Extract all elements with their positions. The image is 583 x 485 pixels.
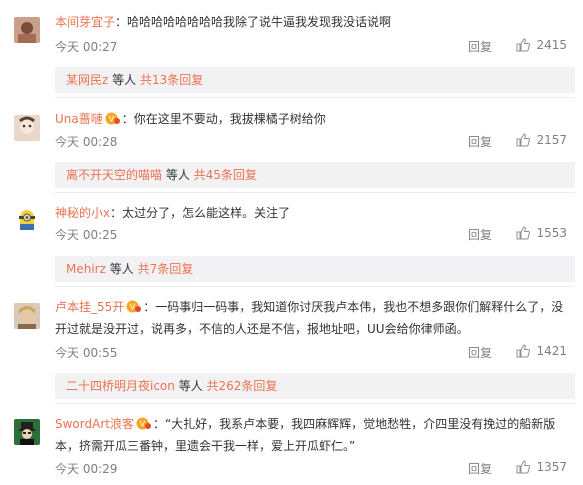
avatar[interactable] bbox=[14, 115, 40, 141]
avatar[interactable] bbox=[14, 17, 40, 43]
comment-line: 本间芽宜子：哈哈哈哈哈哈哈哈我除了说牛逼我发现我没话说啊 bbox=[55, 12, 575, 32]
vip-badge-icon: V bbox=[105, 112, 120, 125]
sub-replies-box: 离不开天空的喵喵 等人 共45条回复 bbox=[55, 162, 575, 188]
avatar[interactable] bbox=[14, 303, 40, 329]
like-count: 1357 bbox=[536, 460, 567, 474]
like-count: 2157 bbox=[536, 133, 567, 147]
timestamp: 今天 00:29 bbox=[55, 462, 118, 476]
comment-text: ：哈哈哈哈哈哈哈哈我除了说牛逼我发现我没话说啊 bbox=[115, 15, 392, 29]
sub-reply-user[interactable]: 离不开天空的喵喵 bbox=[66, 168, 162, 182]
username-link[interactable]: 本间芽宜子 bbox=[55, 15, 115, 29]
sub-reply-text: 等人 bbox=[108, 73, 140, 87]
comment-meta: 今天 00:28 回复 2157 bbox=[55, 133, 575, 151]
sub-reply-user[interactable]: Mehirz bbox=[66, 262, 106, 276]
reply-button[interactable]: 回复 bbox=[468, 38, 492, 55]
avatar[interactable] bbox=[14, 419, 40, 445]
like-count: 1553 bbox=[536, 226, 567, 240]
comment-meta: 今天 00:27 回复 2415 bbox=[55, 38, 575, 56]
comment-line: Una蔷嗹 V ：你在这里不要动，我拔棵橘子树给你 bbox=[55, 109, 575, 129]
reply-button[interactable]: 回复 bbox=[468, 460, 492, 477]
sub-replies-box: 某网民z 等人 共13条回复 bbox=[55, 67, 575, 93]
svg-text:V: V bbox=[140, 420, 146, 429]
comment-meta: 今天 00:29 回复 1357 bbox=[55, 460, 575, 478]
like-count: 1421 bbox=[536, 344, 567, 358]
timestamp: 今天 00:28 bbox=[55, 135, 118, 149]
more-replies-link[interactable]: 共13条回复 bbox=[140, 73, 203, 87]
comment-meta: 今天 00:25 回复 1553 bbox=[55, 226, 575, 244]
divider bbox=[55, 192, 575, 193]
username-link[interactable]: 神秘的小x bbox=[55, 206, 110, 220]
username-link[interactable]: Una蔷嗹 bbox=[55, 112, 103, 126]
username-link[interactable]: 卢本挂_55开 bbox=[55, 300, 124, 314]
like-button[interactable]: 1357 bbox=[516, 460, 567, 474]
reply-button[interactable]: 回复 bbox=[468, 344, 492, 361]
username-link[interactable]: SwordArt浪客 bbox=[55, 417, 134, 431]
more-replies-link[interactable]: 共45条回复 bbox=[194, 168, 257, 182]
sub-reply-text: 等人 bbox=[162, 168, 194, 182]
more-replies-link[interactable]: 共7条回复 bbox=[138, 262, 194, 276]
comment-line: 神秘的小x：太过分了，怎么能这样。关注了 bbox=[55, 203, 575, 223]
like-count: 2415 bbox=[536, 38, 567, 52]
vip-badge-icon: V bbox=[126, 300, 142, 313]
reply-button[interactable]: 回复 bbox=[468, 133, 492, 150]
sub-reply-user[interactable]: 二十四桥明月夜icon bbox=[66, 379, 175, 393]
thumbs-up-icon bbox=[516, 38, 531, 52]
thumbs-up-icon bbox=[516, 460, 531, 474]
timestamp: 今天 00:27 bbox=[55, 40, 118, 54]
comment-text: ：太过分了，怎么能这样。关注了 bbox=[110, 206, 291, 220]
thumbs-up-icon bbox=[516, 226, 531, 240]
comment-line: 卢本挂_55开 V ：一码事归一码事，我知道你讨厌我卢本伟，我也不想多跟你们解释什么… bbox=[55, 296, 575, 340]
like-button[interactable]: 2415 bbox=[516, 38, 567, 52]
timestamp: 今天 00:55 bbox=[55, 346, 118, 360]
svg-text:V: V bbox=[130, 303, 136, 312]
divider bbox=[55, 403, 575, 404]
comment-line: SwordArt浪客 V ：“大扎好，我系卢本要，我四麻辉辉，觉地愁牲，介四里没有挽… bbox=[55, 413, 575, 457]
avatar[interactable] bbox=[14, 207, 40, 233]
timestamp: 今天 00:25 bbox=[55, 228, 118, 242]
like-button[interactable]: 1421 bbox=[516, 344, 567, 358]
like-button[interactable]: 1553 bbox=[516, 226, 567, 240]
divider bbox=[55, 97, 575, 98]
comment-meta: 今天 00:55 回复 1421 bbox=[55, 344, 575, 362]
sub-reply-text: 等人 bbox=[174, 379, 207, 393]
thumbs-up-icon bbox=[516, 344, 531, 358]
vip-badge-icon: V bbox=[136, 417, 151, 430]
sub-reply-text: 等人 bbox=[105, 262, 138, 276]
sub-reply-user[interactable]: 某网民z bbox=[66, 73, 108, 87]
sub-replies-box: 二十四桥明月夜icon 等人 共262条回复 bbox=[55, 373, 575, 399]
more-replies-link[interactable]: 共262条回复 bbox=[207, 379, 278, 393]
divider bbox=[55, 286, 575, 287]
sub-replies-box: Mehirz 等人 共7条回复 bbox=[55, 256, 575, 282]
like-button[interactable]: 2157 bbox=[516, 133, 567, 147]
svg-text:V: V bbox=[109, 115, 115, 124]
comment-text: ：你在这里不要动，我拔棵橘子树给你 bbox=[121, 112, 326, 126]
reply-button[interactable]: 回复 bbox=[468, 226, 492, 243]
thumbs-up-icon bbox=[516, 133, 531, 147]
